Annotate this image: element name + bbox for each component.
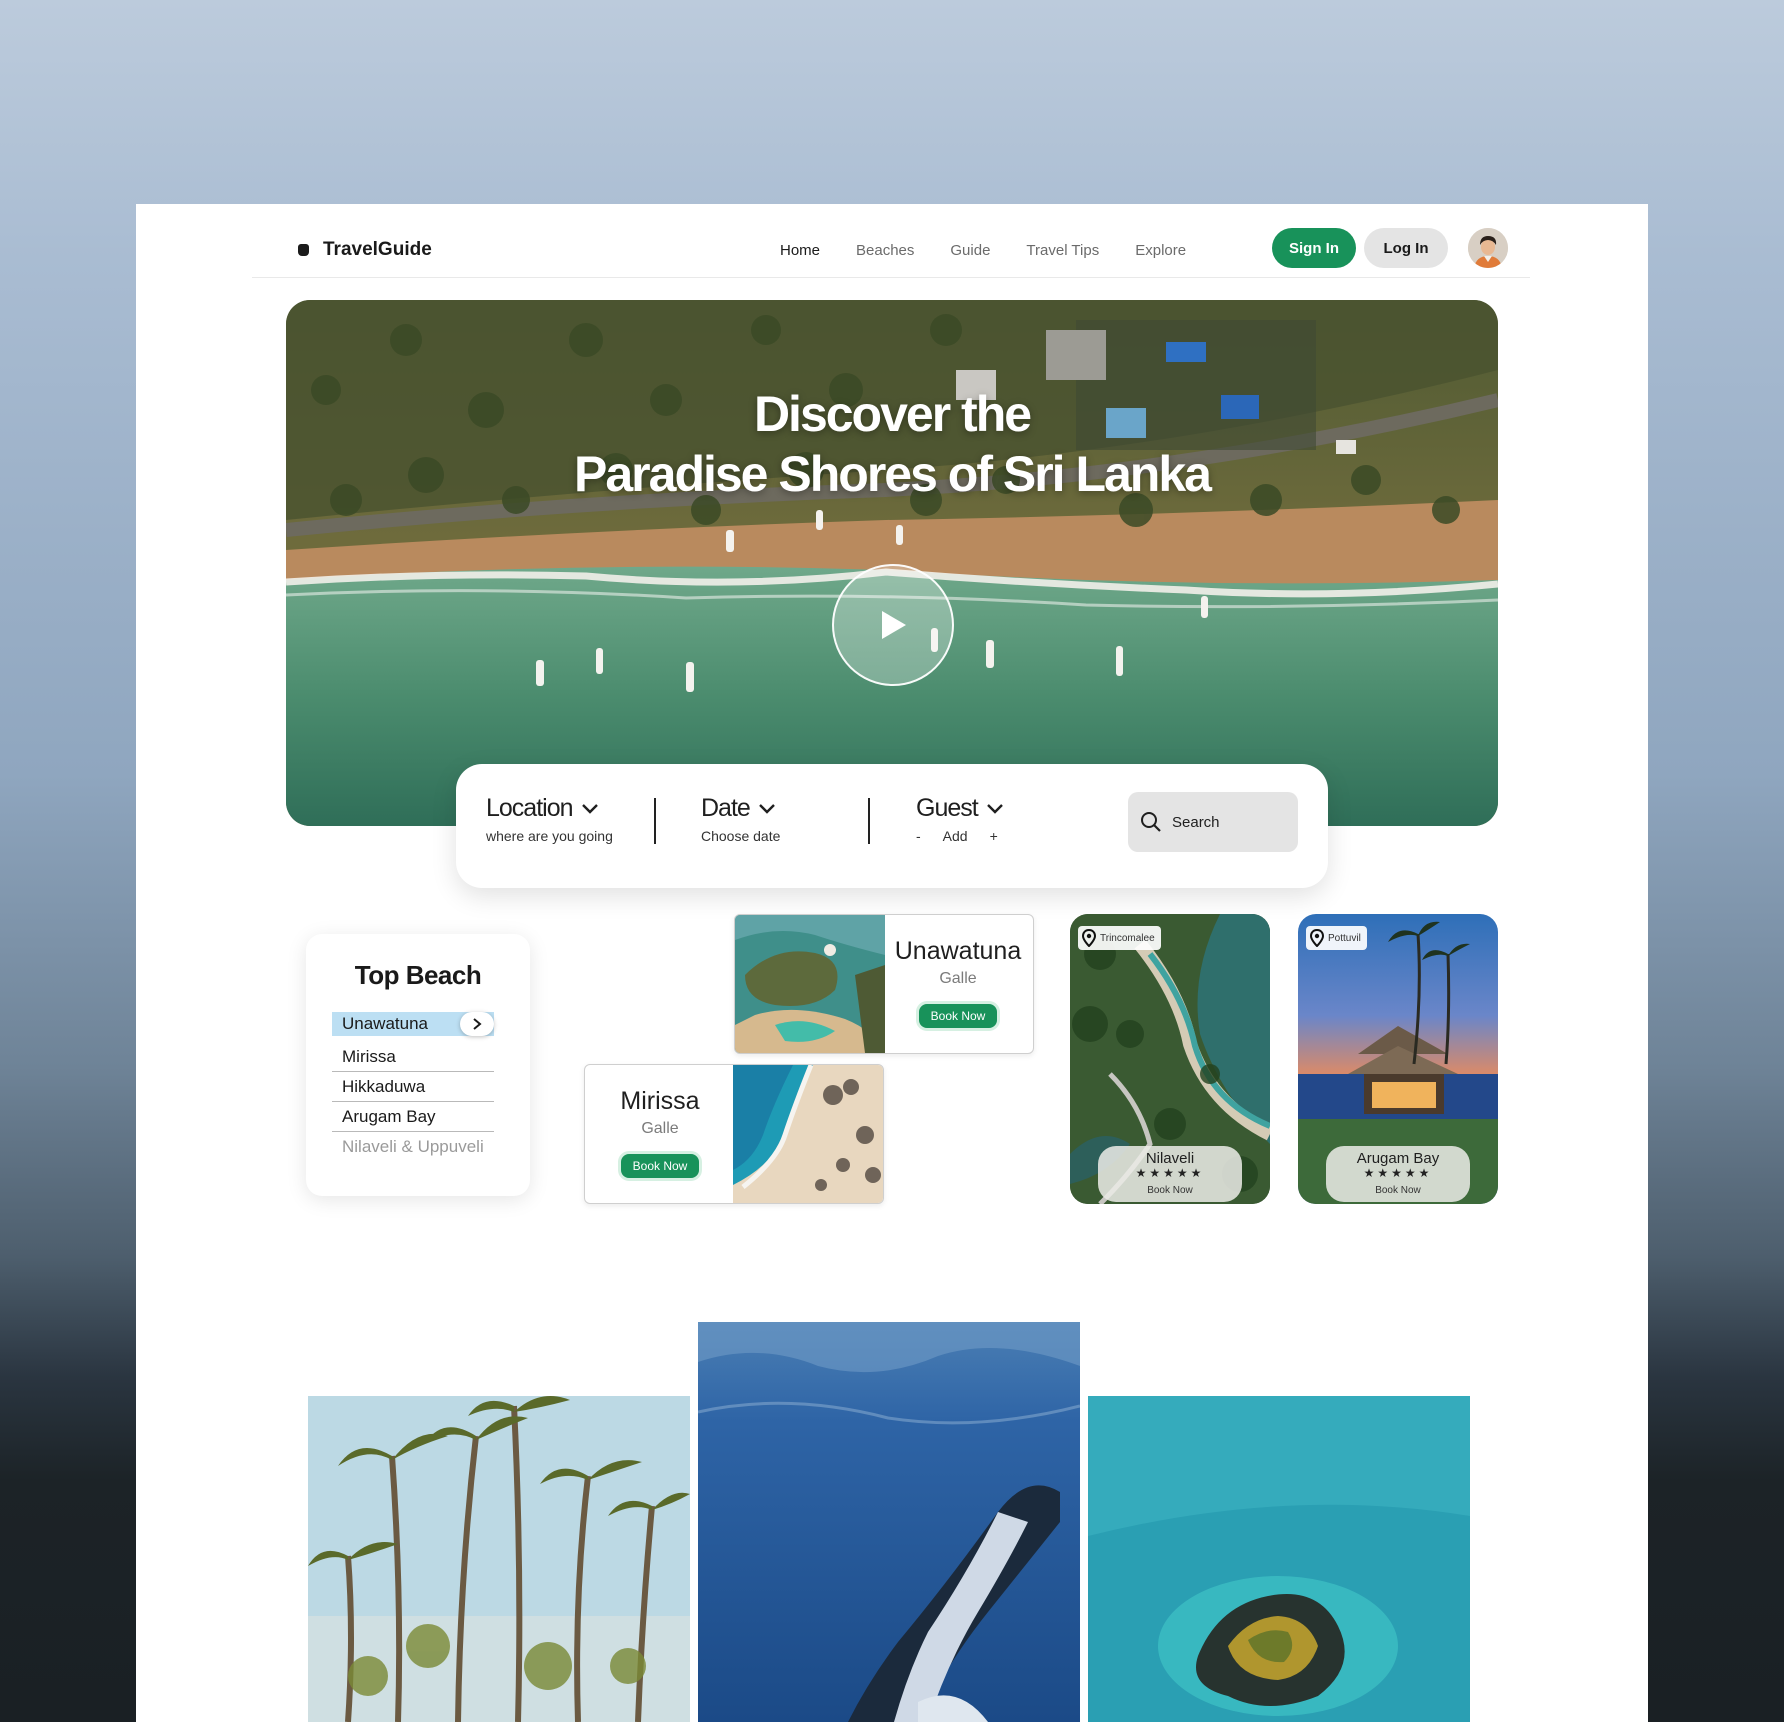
mirissa-image [733, 1065, 883, 1203]
top-beach-panel: Top Beach Unawatuna Mirissa Hikkaduwa Ar… [306, 934, 530, 1196]
list-item-label: Unawatuna [342, 1014, 429, 1033]
guest-plus-button[interactable]: + [990, 828, 998, 844]
divider [868, 798, 870, 844]
main-menu: Home Beaches Guide Travel Tips Explore [780, 232, 1186, 268]
nav-home[interactable]: Home [780, 242, 820, 259]
list-item-label: Nilaveli & Uppuveli [342, 1137, 484, 1156]
rating-stars: ★★★★★ [1135, 1166, 1205, 1180]
card-name: Unawatuna [894, 937, 1022, 965]
beach-card-mirissa[interactable]: Mirissa Galle Book Now [584, 1064, 884, 1204]
location-tag: Trincomalee [1078, 926, 1161, 950]
date-sub: Choose date [701, 828, 781, 844]
logo[interactable]: TravelGuide [298, 232, 432, 268]
list-item[interactable]: Unawatuna [332, 1012, 494, 1036]
search-bar: Location where are you going Date Choose… [456, 764, 1328, 888]
hero-banner: Discover the Paradise Shores of Sri Lank… [286, 300, 1498, 826]
card-region: Galle [641, 1120, 679, 1137]
play-video-button[interactable] [832, 564, 954, 686]
location-tag-label: Pottuvil [1328, 932, 1361, 944]
destination-name: Arugam Bay [1356, 1150, 1440, 1167]
top-beach-list: Unawatuna Mirissa Hikkaduwa Arugam Bay N… [332, 1012, 494, 1162]
destination-name: Nilaveli [1145, 1150, 1195, 1167]
location-label: Location [486, 794, 574, 822]
book-now-button[interactable]: Book Now [620, 1154, 700, 1178]
gallery-whale[interactable] [698, 1322, 1080, 1722]
chevron-right-icon[interactable] [460, 1012, 494, 1036]
location-pin-icon [1310, 929, 1324, 947]
top-beach-title: Top Beach [354, 960, 482, 990]
search-button[interactable]: Search [1128, 792, 1298, 852]
play-icon [882, 611, 906, 639]
nav-divider [252, 277, 1530, 278]
gallery-palm-trees[interactable] [308, 1396, 690, 1722]
chevron-down-icon [581, 803, 598, 814]
hero-title-line2: Paradise Shores of Sri Lanka [574, 446, 1212, 502]
list-item-label: Mirissa [342, 1046, 396, 1066]
rating-stars: ★★★★★ [1363, 1166, 1433, 1180]
destination-info: Nilaveli ★★★★★ Book Now [1098, 1146, 1242, 1202]
date-field[interactable]: Date Choose date [701, 794, 780, 844]
nav-travel-tips[interactable]: Travel Tips [1026, 242, 1099, 259]
list-item[interactable]: Hikkaduwa [332, 1072, 494, 1102]
chevron-down-icon [986, 803, 1003, 814]
destination-info: Arugam Bay ★★★★★ Book Now [1326, 1146, 1470, 1202]
destination-card-arugam-bay[interactable]: Pottuvil Arugam Bay ★★★★★ Book Now [1298, 914, 1498, 1204]
unawatuna-info: Unawatuna Galle Book Now [883, 915, 1033, 1053]
list-item-label: Arugam Bay [342, 1106, 436, 1126]
search-button-label: Search [1172, 813, 1220, 831]
nav-beaches[interactable]: Beaches [856, 242, 914, 259]
guest-add-label: Add [942, 828, 968, 844]
unawatuna-image [735, 915, 885, 1053]
list-item[interactable]: Nilaveli & Uppuveli [332, 1132, 494, 1162]
card-name: Mirissa [620, 1087, 700, 1115]
card-region: Galle [939, 970, 977, 987]
location-sub: where are you going [486, 828, 613, 844]
location-tag: Pottuvil [1306, 926, 1367, 950]
location-pin-icon [1082, 929, 1096, 947]
book-now-button[interactable]: Book Now [918, 1004, 998, 1028]
page: TravelGuide Home Beaches Guide Travel Ti… [136, 204, 1648, 1722]
nav-guide[interactable]: Guide [950, 242, 990, 259]
chevron-down-icon [758, 803, 775, 814]
guest-minus-button[interactable]: - [916, 828, 921, 844]
logo-icon [298, 244, 309, 256]
guest-field[interactable]: Guest - Add + [916, 794, 1004, 844]
avatar[interactable] [1468, 228, 1508, 268]
divider [654, 798, 656, 844]
location-tag-label: Trincomalee [1100, 932, 1155, 944]
beach-card-unawatuna[interactable]: Unawatuna Galle Book Now [734, 914, 1034, 1054]
hero-title: Discover the Paradise Shores of Sri Lank… [286, 384, 1498, 504]
gallery-island[interactable] [1088, 1396, 1470, 1722]
date-label: Date [701, 794, 751, 822]
book-now-button[interactable]: Book Now [1098, 1185, 1242, 1196]
list-item[interactable]: Arugam Bay [332, 1102, 494, 1132]
mirissa-info: Mirissa Galle Book Now [585, 1065, 735, 1203]
log-in-button[interactable]: Log In [1364, 228, 1448, 268]
sign-in-button[interactable]: Sign In [1272, 228, 1356, 268]
search-icon [1141, 812, 1161, 832]
hero-title-line1: Discover the [753, 386, 1032, 442]
hero-aerial-image [286, 300, 1498, 826]
list-item-label: Hikkaduwa [342, 1076, 426, 1096]
logo-text: TravelGuide [323, 239, 432, 260]
book-now-button[interactable]: Book Now [1326, 1185, 1470, 1196]
nav-explore[interactable]: Explore [1135, 242, 1186, 259]
list-item[interactable]: Mirissa [332, 1042, 494, 1072]
navbar: TravelGuide Home Beaches Guide Travel Ti… [252, 222, 1648, 278]
location-field[interactable]: Location where are you going [486, 794, 613, 844]
guest-label: Guest [916, 794, 979, 822]
destination-card-nilaveli[interactable]: Trincomalee Nilaveli ★★★★★ Book Now [1070, 914, 1270, 1204]
